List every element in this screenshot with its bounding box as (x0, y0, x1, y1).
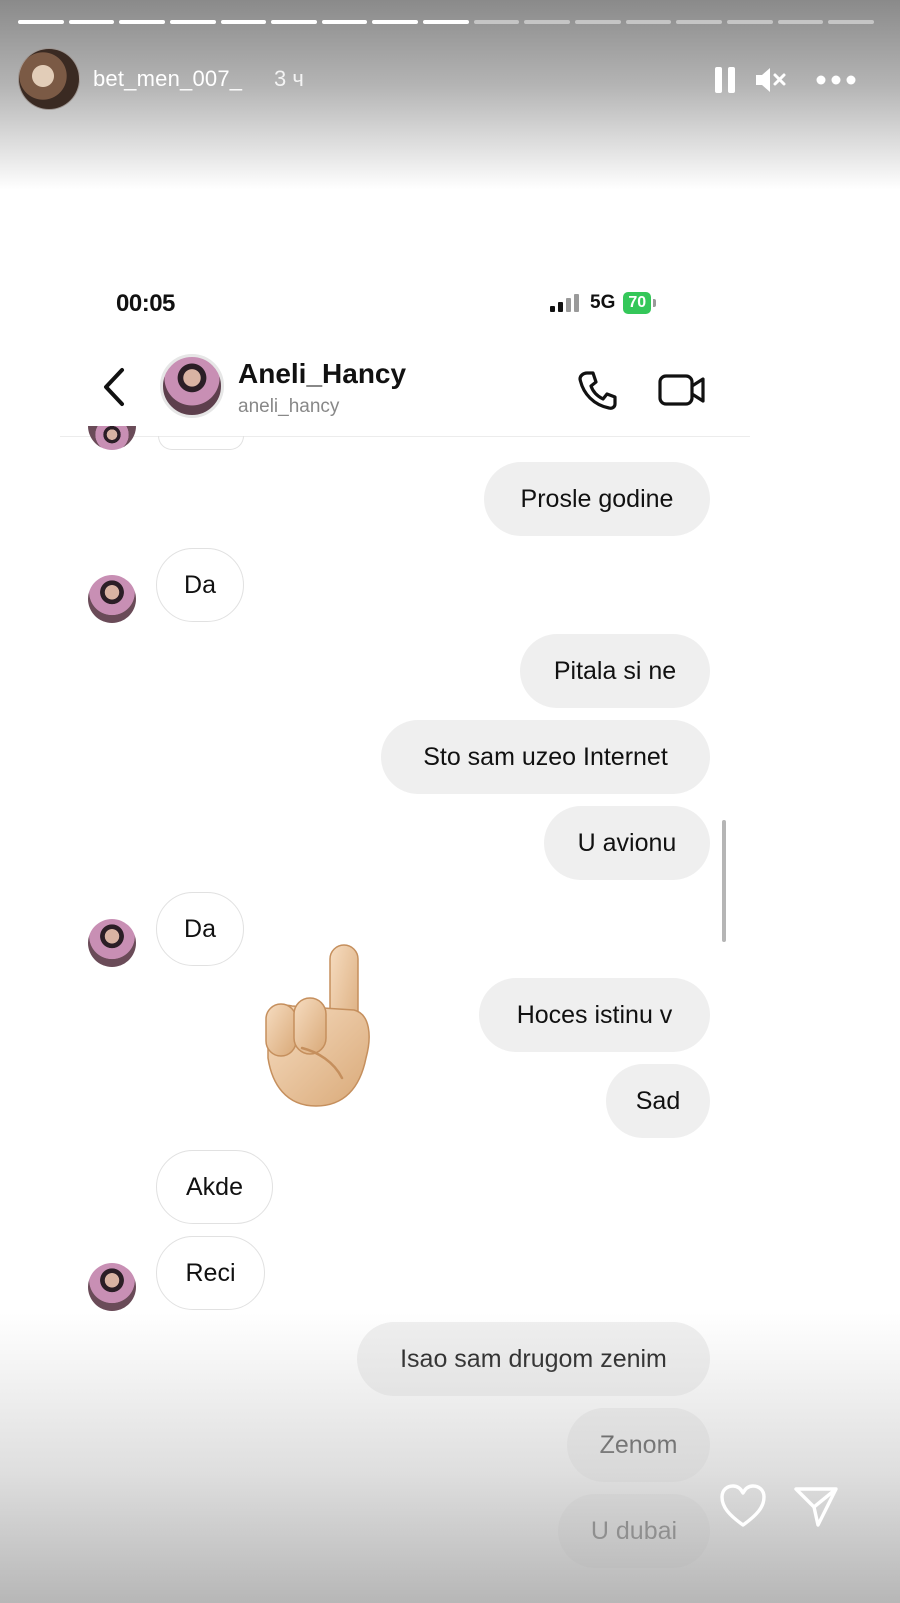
pause-icon[interactable] (703, 58, 747, 102)
progress-segment (676, 20, 722, 24)
progress-segment (777, 20, 824, 24)
progress-segment (828, 20, 874, 24)
back-chevron-icon[interactable] (98, 366, 130, 408)
chat-header: Aneli_Hancy aneli_hancy (60, 338, 750, 437)
mute-icon[interactable] (748, 58, 792, 102)
progress-segment (575, 20, 621, 24)
message-bubble[interactable]: Zenom (567, 1408, 710, 1482)
send-icon[interactable] (792, 1483, 840, 1529)
message-bubble[interactable]: Da (156, 892, 244, 966)
story-username[interactable]: bet_men_007_ (93, 66, 242, 92)
message-bubble[interactable]: Hoces istinu v (479, 978, 710, 1052)
clipped-message-bubble (158, 436, 244, 450)
contact-handle: aneli_hancy (238, 396, 340, 417)
progress-segment (524, 20, 571, 24)
progress-segment (321, 20, 368, 24)
heart-icon[interactable] (719, 1483, 767, 1529)
phone-call-icon[interactable] (575, 368, 619, 412)
message-bubble[interactable]: U dubai (558, 1494, 710, 1568)
message-bubble[interactable]: Sto sam uzeo Internet (381, 720, 710, 794)
message-bubble[interactable]: Isao sam drugom zenim (357, 1322, 710, 1396)
progress-segment (473, 20, 520, 24)
progress-segment (220, 20, 267, 24)
contact-mini-avatar (88, 1263, 136, 1311)
progress-segment (119, 20, 165, 24)
progress-segment (169, 20, 216, 24)
status-time: 00:05 (116, 290, 175, 317)
progress-segment (18, 20, 64, 24)
contact-name[interactable]: Aneli_Hancy (238, 358, 406, 390)
story-progress-bar (18, 20, 874, 24)
status-indicators: 5G 70 (550, 292, 656, 314)
more-icon[interactable] (814, 58, 858, 102)
battery-level: 70 (623, 292, 656, 314)
contact-mini-avatar (88, 919, 136, 967)
signal-icon (550, 294, 579, 312)
progress-segment (726, 20, 773, 24)
progress-segment (68, 20, 115, 24)
message-bubble[interactable]: U avionu (544, 806, 710, 880)
story-timestamp: 3 ч (274, 66, 304, 91)
story-avatar[interactable] (18, 48, 80, 110)
message-bubble[interactable]: Akde (156, 1150, 273, 1224)
contact-avatar[interactable] (160, 354, 224, 418)
message-bubble[interactable]: Da (156, 548, 244, 622)
network-type: 5G (590, 292, 616, 313)
video-call-icon[interactable] (657, 368, 707, 412)
chat-screenshot: 00:05 5G 70 Aneli_Hancy aneli_hancy Pros… (60, 260, 750, 1603)
message-bubble[interactable]: Pitala si ne (520, 634, 710, 708)
progress-segment (423, 20, 469, 24)
message-bubble[interactable]: Reci (156, 1236, 265, 1310)
progress-segment (271, 20, 317, 24)
message-bubble[interactable]: Sad (606, 1064, 710, 1138)
pointing-up-hand-sticker (258, 940, 378, 1115)
story-header: bet_men_007_ 3 ч (18, 48, 882, 110)
contact-mini-avatar (88, 426, 136, 450)
contact-mini-avatar (88, 575, 136, 623)
scrollbar[interactable] (722, 820, 726, 942)
message-bubble[interactable]: Prosle godine (484, 462, 710, 536)
progress-segment (372, 20, 419, 24)
progress-segment (625, 20, 672, 24)
